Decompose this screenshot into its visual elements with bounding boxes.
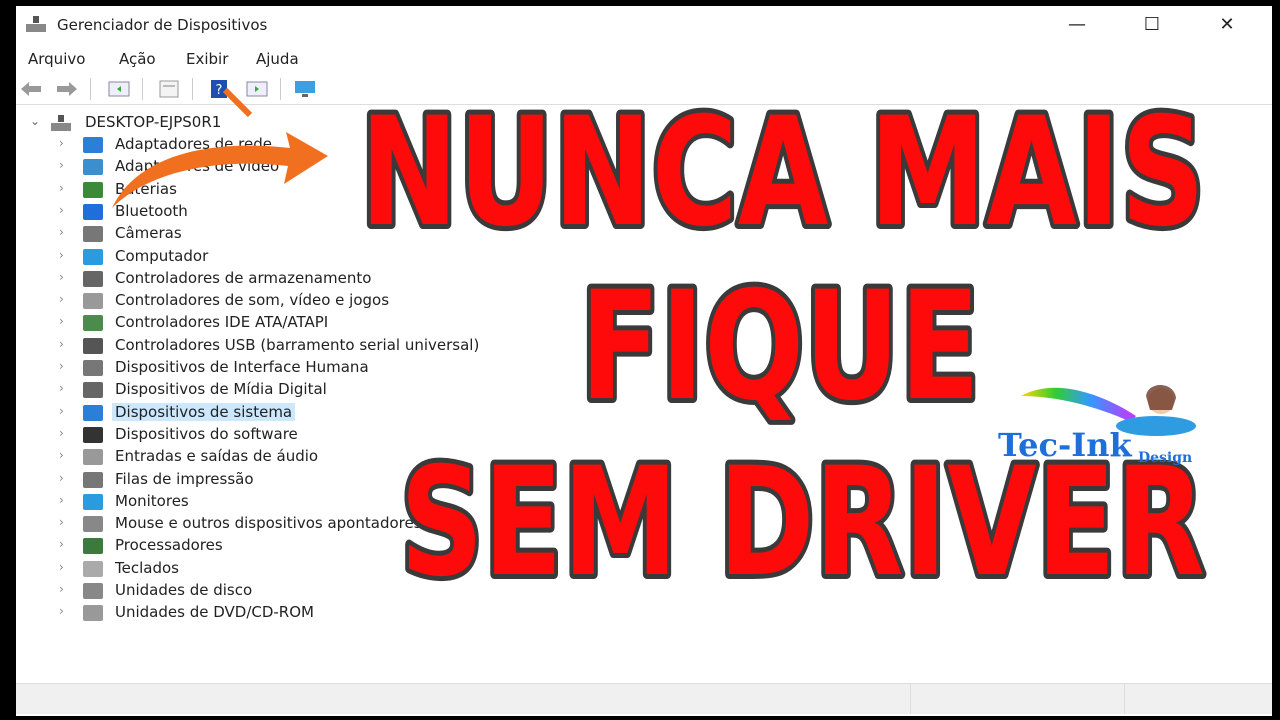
headline-line-2: FIQUE: [580, 260, 980, 434]
orange-arrow-tail-icon: [222, 87, 253, 118]
tec-ink-logo: Tec-Ink Design: [996, 376, 1206, 471]
svg-text:Design: Design: [1138, 450, 1192, 466]
svg-text:Tec-Ink: Tec-Ink: [998, 426, 1133, 464]
headline-line-1: NUNCA MAIS: [360, 86, 1205, 260]
thumbnail-overlay: NUNCA MAIS FIQUE SEM DRIVER: [112, 81, 1210, 615]
orange-arrow-icon: [112, 132, 328, 208]
